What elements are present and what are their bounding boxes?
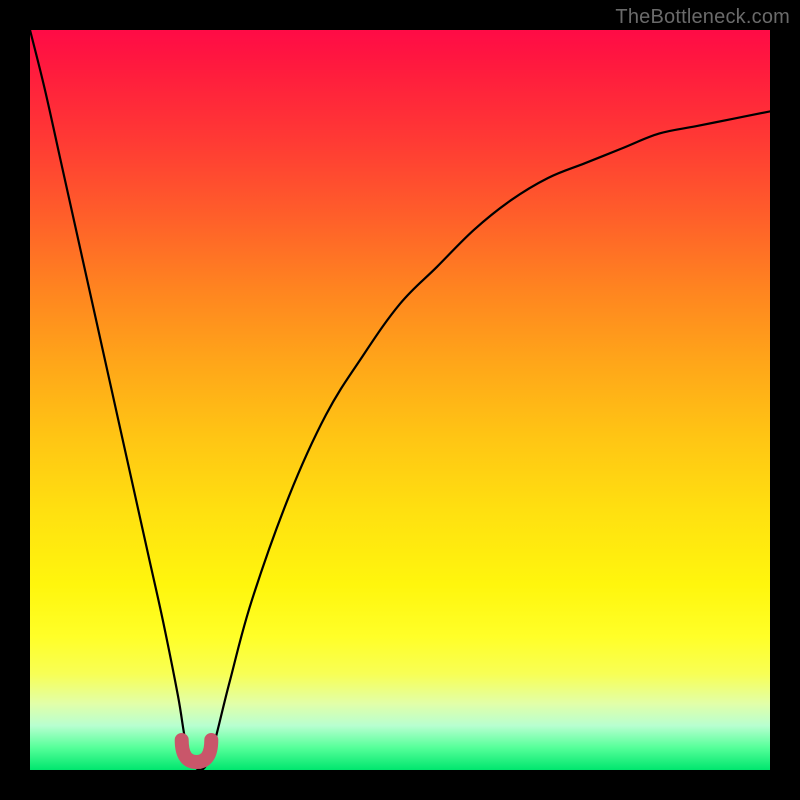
optimal-marker: [182, 740, 212, 762]
curve-layer: [30, 30, 770, 770]
plot-area: [30, 30, 770, 770]
bottleneck-curve: [30, 30, 770, 770]
watermark-text: TheBottleneck.com: [615, 6, 790, 29]
chart-frame: TheBottleneck.com: [0, 0, 800, 800]
